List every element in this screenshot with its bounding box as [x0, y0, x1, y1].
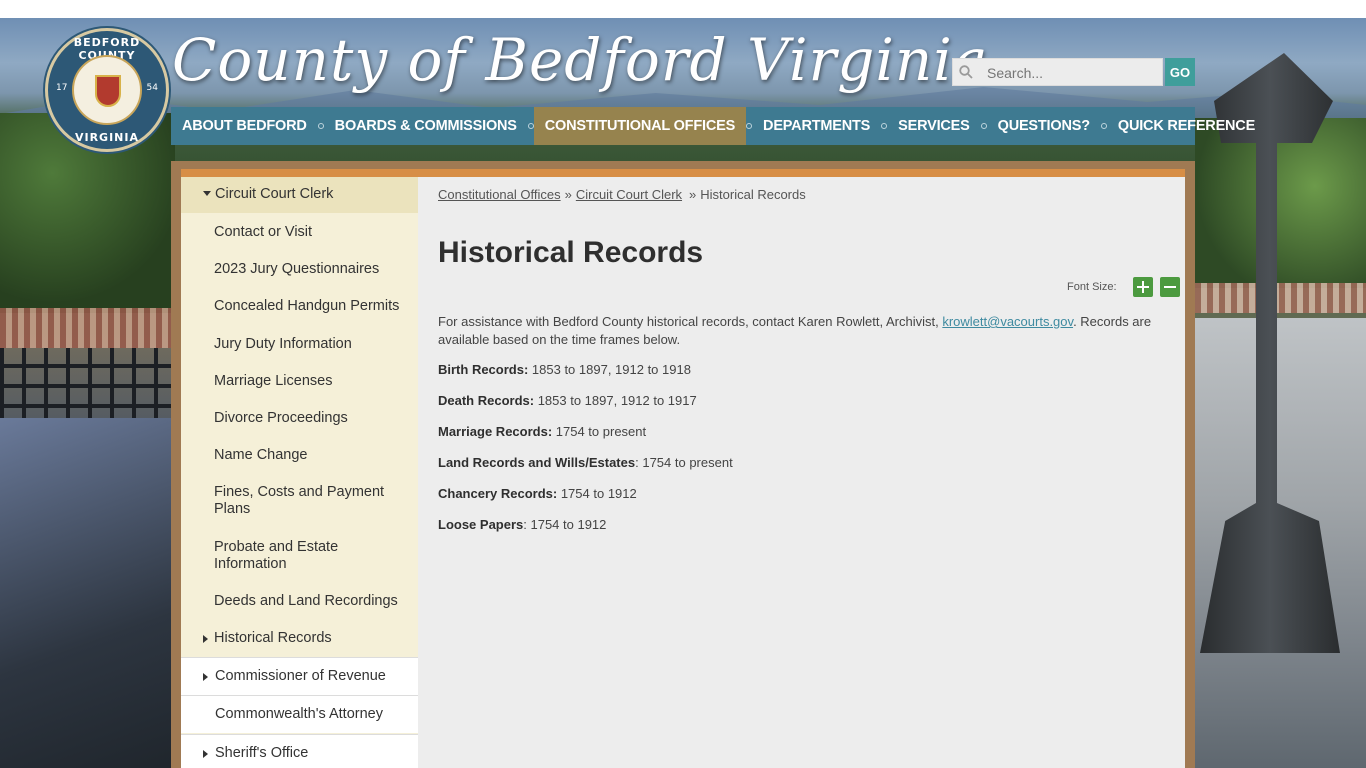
intro-paragraph: For assistance with Bedford County histo… — [438, 313, 1168, 349]
record-label: Death Records: — [438, 393, 535, 408]
record-value: : 1754 to present — [635, 455, 733, 470]
sidebar-item-commonwealths-attorney[interactable]: Commonwealth's Attorney — [181, 695, 418, 733]
wall-left — [0, 418, 172, 768]
sidebar-section-circuit-court-clerk[interactable]: Circuit Court Clerk — [181, 177, 418, 213]
nav-item-quick-reference[interactable]: Quick Reference — [1107, 107, 1266, 145]
sidebar-item-label: Probate and Estate Information — [214, 539, 339, 572]
record-label: Marriage Records: — [438, 424, 553, 439]
sidebar-item-label: Name Change — [214, 447, 308, 463]
sidebar-item-label: Divorce Proceedings — [214, 410, 348, 426]
search-input[interactable] — [987, 64, 1157, 82]
breadcrumb: Constitutional Offices» Circuit Court Cle… — [438, 187, 806, 202]
record-label: Birth Records: — [438, 362, 529, 377]
breadcrumb-current: Historical Records — [700, 187, 806, 202]
record-line-land-wills: Land Records and Wills/Estates: 1754 to … — [438, 455, 733, 470]
sidebar-section-label: Circuit Court Clerk — [215, 186, 334, 202]
record-line-birth: Birth Records: 1853 to 1897, 1912 to 191… — [438, 362, 691, 377]
search-bar: GO — [952, 58, 1195, 86]
record-label: Loose Papers — [438, 517, 524, 532]
caret-right-icon — [203, 635, 208, 643]
record-line-marriage: Marriage Records: 1754 to present — [438, 424, 646, 439]
record-value: 1754 to present — [552, 424, 647, 439]
sidebar-item-label: Sheriff's Office — [215, 745, 309, 761]
seal-bottom-text: VIRGINIA — [74, 131, 139, 144]
record-value: 1853 to 1897, 1912 to 1917 — [534, 393, 697, 408]
search-go-button[interactable]: GO — [1165, 58, 1195, 86]
sidebar-item-label: Commissioner of Revenue — [215, 668, 386, 684]
sidebar-item-label: Commonwealth's Attorney — [215, 706, 383, 722]
breadcrumb-separator: » — [564, 187, 572, 202]
font-size-label: Font Size: — [1067, 280, 1117, 293]
breadcrumb-link-constitutional-offices[interactable]: Constitutional Offices — [438, 187, 561, 202]
sidebar-item-label: 2023 Jury Questionnaires — [214, 261, 380, 277]
decrease-font-button[interactable] — [1159, 276, 1180, 297]
breadcrumb-link-circuit-court-clerk[interactable]: Circuit Court Clerk — [576, 187, 682, 202]
sidebar-item-label: Contact or Visit — [214, 224, 313, 240]
fence-left — [0, 348, 172, 428]
search-icon — [959, 65, 973, 79]
caret-right-icon — [203, 673, 208, 681]
nav-item-services[interactable]: Services — [887, 107, 980, 145]
page-title: Historical Records — [438, 236, 704, 269]
shield-icon — [95, 75, 121, 107]
record-line-chancery: Chancery Records: 1754 to 1912 — [438, 486, 637, 501]
increase-font-button[interactable] — [1132, 276, 1153, 297]
sidebar-item-label: Fines, Costs and Payment Plans — [214, 484, 385, 517]
railing-left — [0, 308, 172, 348]
sidebar-nav: Circuit Court Clerk Contact or Visit 202… — [181, 177, 418, 768]
site-title[interactable]: County of Bedford Virginia — [172, 26, 988, 94]
record-value: 1853 to 1897, 1912 to 1918 — [528, 362, 691, 377]
caret-down-icon — [203, 191, 211, 196]
font-size-control: Font Size: — [1067, 276, 1180, 297]
nav-item-constitutional-offices[interactable]: Constitutional Offices — [533, 107, 747, 145]
sidebar-item-label: Concealed Handgun Permits — [214, 298, 400, 314]
seal-year-right: 54 — [146, 83, 158, 93]
seal-emblem — [72, 55, 142, 125]
county-seal-logo[interactable]: BEDFORD COUNTY 17 54 VIRGINIA — [45, 28, 169, 152]
accent-bar — [181, 169, 1185, 177]
nav-item-boards-commissions[interactable]: Boards & Commissions — [324, 107, 528, 145]
intro-text: For assistance with Bedford County histo… — [438, 314, 943, 329]
record-label: Land Records and Wills/Estates — [438, 455, 636, 470]
record-line-death: Death Records: 1853 to 1897, 1912 to 191… — [438, 393, 697, 408]
sidebar-item-label: Jury Duty Information — [214, 336, 352, 352]
main-nav: About Bedford Boards & Commissions Const… — [171, 107, 1255, 145]
archivist-email-link[interactable]: krowlett@vacourts.gov — [942, 314, 1073, 329]
search-box — [952, 58, 1163, 86]
sidebar-item-label: Marriage Licenses — [214, 373, 333, 389]
nav-item-departments[interactable]: Departments — [752, 107, 881, 145]
seal-year-left: 17 — [56, 83, 68, 93]
nav-item-questions[interactable]: Questions? — [987, 107, 1101, 145]
railing-right — [1195, 283, 1366, 313]
sidebar-item-sheriffs-office[interactable]: Sheriff's Office — [181, 734, 418, 768]
caret-right-icon — [203, 750, 208, 758]
record-value: 1754 to 1912 — [557, 486, 637, 501]
record-line-loose-papers: Loose Papers: 1754 to 1912 — [438, 517, 606, 532]
sidebar-item-label: Deeds and Land Recordings — [214, 593, 398, 609]
record-value: : 1754 to 1912 — [523, 517, 607, 532]
sidebar-item-commissioner-of-revenue[interactable]: Commissioner of Revenue — [181, 657, 418, 695]
sidebar-item-label: Historical Records — [214, 630, 332, 646]
breadcrumb-separator: » — [689, 187, 697, 202]
nav-item-about-bedford[interactable]: About Bedford — [171, 107, 318, 145]
record-label: Chancery Records: — [438, 486, 558, 501]
